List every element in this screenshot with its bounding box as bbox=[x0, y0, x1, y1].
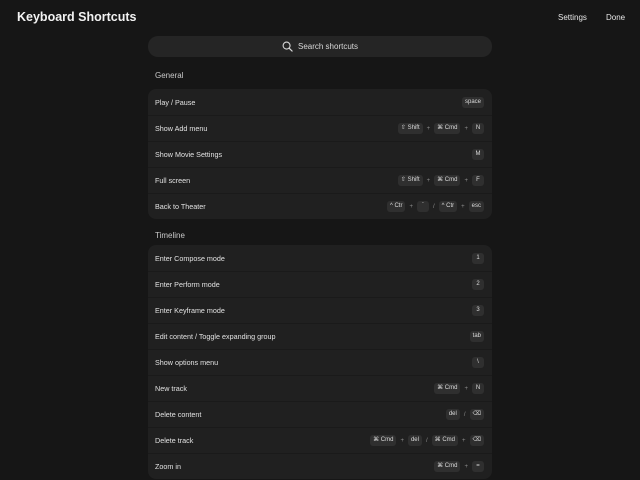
done-button[interactable]: Done bbox=[606, 13, 625, 22]
section-title-general: General bbox=[155, 71, 184, 80]
key-cap: ^ Ctr bbox=[386, 201, 406, 212]
key-cap: = bbox=[472, 461, 484, 472]
shortcut-keys: ⌘ Cmd + = bbox=[434, 461, 484, 472]
key-cap: space bbox=[461, 96, 484, 108]
shortcut-row[interactable]: Show options menu \ bbox=[148, 349, 492, 375]
key-cap: ⌘ Cmd bbox=[434, 175, 461, 186]
shortcut-label: Zoom in bbox=[155, 462, 181, 471]
key-separator: + bbox=[461, 203, 465, 210]
shortcut-group-general: Play / Pause space Show Add menu ⇧ Shift + ⌘ … bbox=[148, 89, 492, 219]
shortcut-row[interactable]: Edit content / Toggle expanding group tab bbox=[148, 323, 492, 349]
key-separator: + bbox=[464, 463, 468, 470]
key-cap: N bbox=[472, 383, 484, 394]
shortcut-keys: \ bbox=[472, 357, 484, 368]
shortcut-keys: del / ⌫ bbox=[445, 409, 484, 420]
shortcut-row[interactable]: Delete track ⌘ Cmd + del / ⌘ Cmd + ⌫ bbox=[148, 427, 492, 453]
key-cap: ⌘ Cmd bbox=[431, 435, 458, 446]
shortcut-row[interactable]: Enter Keyframe mode 3 bbox=[148, 297, 492, 323]
key-cap: 1 bbox=[472, 252, 484, 264]
shortcut-keys: 3 bbox=[472, 305, 484, 316]
key-cap: ⌘ Cmd bbox=[434, 461, 461, 472]
key-separator: + bbox=[464, 125, 468, 132]
shortcut-row[interactable]: Enter Perform mode 2 bbox=[148, 271, 492, 297]
shortcut-row[interactable]: Show Movie Settings M bbox=[148, 141, 492, 167]
key-cap: ⌫ bbox=[469, 409, 484, 420]
shortcut-row[interactable]: Full screen ⇧ Shift + ⌘ Cmd + F bbox=[148, 167, 492, 193]
shortcut-label: Show Add menu bbox=[155, 124, 208, 133]
key-cap: F bbox=[472, 175, 484, 186]
shortcut-keys: ⇧ Shift + ⌘ Cmd + N bbox=[397, 123, 484, 134]
key-cap: 3 bbox=[472, 305, 484, 316]
shortcut-label: Back to Theater bbox=[155, 202, 206, 211]
key-cap: tab bbox=[469, 331, 484, 342]
key-separator: / bbox=[432, 203, 435, 210]
key-cap: 2 bbox=[472, 279, 484, 290]
shortcut-keys: M bbox=[472, 149, 484, 160]
shortcut-row[interactable]: Play / Pause space bbox=[148, 89, 492, 115]
shortcut-keys: ^ Ctr + ` / ^ Ctr + esc bbox=[386, 201, 484, 212]
shortcut-keys: space bbox=[461, 96, 484, 108]
shortcut-row[interactable]: Zoom in ⌘ Cmd + = bbox=[148, 453, 492, 479]
key-cap: ⌘ Cmd bbox=[434, 123, 461, 134]
key-separator: / bbox=[463, 411, 466, 418]
key-cap: ⇧ Shift bbox=[397, 123, 423, 134]
header-bar: Keyboard Shortcuts Settings Done bbox=[0, 0, 640, 36]
key-separator: / bbox=[425, 437, 428, 444]
shortcut-label: Full screen bbox=[155, 176, 191, 185]
shortcut-row[interactable]: Back to Theater ^ Ctr + ` / ^ Ctr + esc bbox=[148, 193, 492, 219]
key-cap: \ bbox=[472, 357, 484, 368]
shortcut-row[interactable]: Enter Compose mode 1 bbox=[148, 245, 492, 271]
key-separator: + bbox=[464, 385, 468, 392]
shortcut-label: Edit content / Toggle expanding group bbox=[155, 332, 276, 341]
key-cap: N bbox=[472, 123, 484, 134]
shortcut-keys: ⌘ Cmd + del / ⌘ Cmd + ⌫ bbox=[370, 435, 484, 446]
shortcut-label: Show Movie Settings bbox=[155, 150, 223, 159]
shortcut-keys: ⌘ Cmd + N bbox=[434, 383, 484, 394]
shortcut-keys: tab bbox=[469, 331, 484, 342]
key-separator: + bbox=[426, 125, 431, 132]
key-separator: + bbox=[426, 177, 431, 184]
shortcut-row[interactable]: New track ⌘ Cmd + N bbox=[148, 375, 492, 401]
shortcut-label: Show options menu bbox=[155, 358, 219, 367]
shortcut-label: Enter Keyframe mode bbox=[155, 306, 225, 315]
key-cap: ⇧ Shift bbox=[397, 175, 423, 186]
key-separator: + bbox=[462, 437, 466, 444]
page-title: Keyboard Shortcuts bbox=[17, 10, 137, 24]
key-cap: ⌫ bbox=[469, 435, 484, 446]
key-cap: esc bbox=[468, 201, 484, 212]
shortcut-keys: ⇧ Shift + ⌘ Cmd + F bbox=[397, 175, 484, 186]
shortcut-row[interactable]: Delete content del / ⌫ bbox=[148, 401, 492, 427]
search-icon bbox=[282, 41, 293, 52]
key-cap: M bbox=[472, 149, 484, 160]
key-separator: + bbox=[464, 177, 468, 184]
section-title-timeline: Timeline bbox=[155, 231, 185, 240]
key-cap: ⌘ Cmd bbox=[370, 435, 397, 446]
shortcut-keys: 2 bbox=[472, 279, 484, 290]
key-cap: del bbox=[445, 409, 460, 420]
search-placeholder: Search shortcuts bbox=[297, 42, 359, 51]
key-cap: ` bbox=[416, 201, 429, 212]
shortcut-row[interactable]: Show Add menu ⇧ Shift + ⌘ Cmd + N bbox=[148, 115, 492, 141]
shortcut-group-timeline: Enter Compose mode 1 Enter Perform mode 2 En… bbox=[148, 245, 492, 479]
key-separator: + bbox=[409, 203, 413, 210]
key-cap: ^ Ctr bbox=[438, 201, 458, 212]
key-cap: ⌘ Cmd bbox=[434, 383, 461, 394]
key-cap: del bbox=[407, 435, 422, 446]
shortcut-label: Play / Pause bbox=[155, 97, 196, 107]
shortcut-keys: 1 bbox=[472, 252, 484, 264]
shortcut-label: New track bbox=[155, 384, 187, 393]
settings-button[interactable]: Settings bbox=[558, 13, 587, 22]
search-field[interactable]: Search shortcuts bbox=[148, 36, 492, 57]
key-separator: + bbox=[400, 437, 404, 444]
shortcut-label: Enter Compose mode bbox=[155, 253, 225, 263]
shortcut-label: Delete track bbox=[155, 436, 194, 445]
shortcut-label: Delete content bbox=[155, 410, 202, 419]
shortcut-label: Enter Perform mode bbox=[155, 280, 220, 289]
